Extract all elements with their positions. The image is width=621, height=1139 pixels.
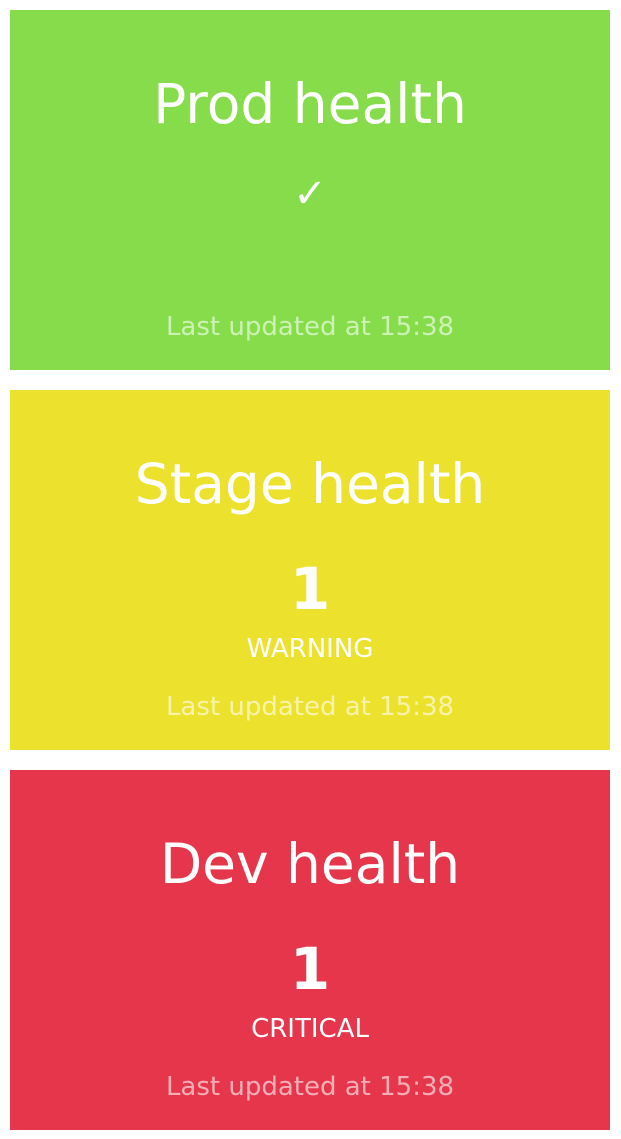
dev-health-tile: Dev health 1 CRITICAL Last updated at 15… bbox=[10, 770, 610, 1130]
stage-health-tile: Stage health 1 WARNING Last updated at 1… bbox=[10, 390, 610, 750]
last-updated-text: Last updated at 15:38 bbox=[165, 312, 455, 342]
checkmark-icon: ✓ bbox=[293, 171, 327, 217]
status-label: WARNING bbox=[246, 634, 374, 664]
prod-health-tile: Prod health ✓ Last updated at 15:38 bbox=[10, 10, 610, 370]
last-updated-text: Last updated at 15:38 bbox=[165, 1072, 455, 1102]
tile-title: Prod health bbox=[153, 72, 467, 136]
alert-count: 1 bbox=[289, 555, 331, 623]
tile-title: Stage health bbox=[134, 452, 486, 516]
status-label: CRITICAL bbox=[251, 1014, 369, 1044]
last-updated-text: Last updated at 15:38 bbox=[165, 692, 455, 722]
tile-title: Dev health bbox=[159, 832, 461, 896]
alert-count: 1 bbox=[289, 935, 331, 1003]
